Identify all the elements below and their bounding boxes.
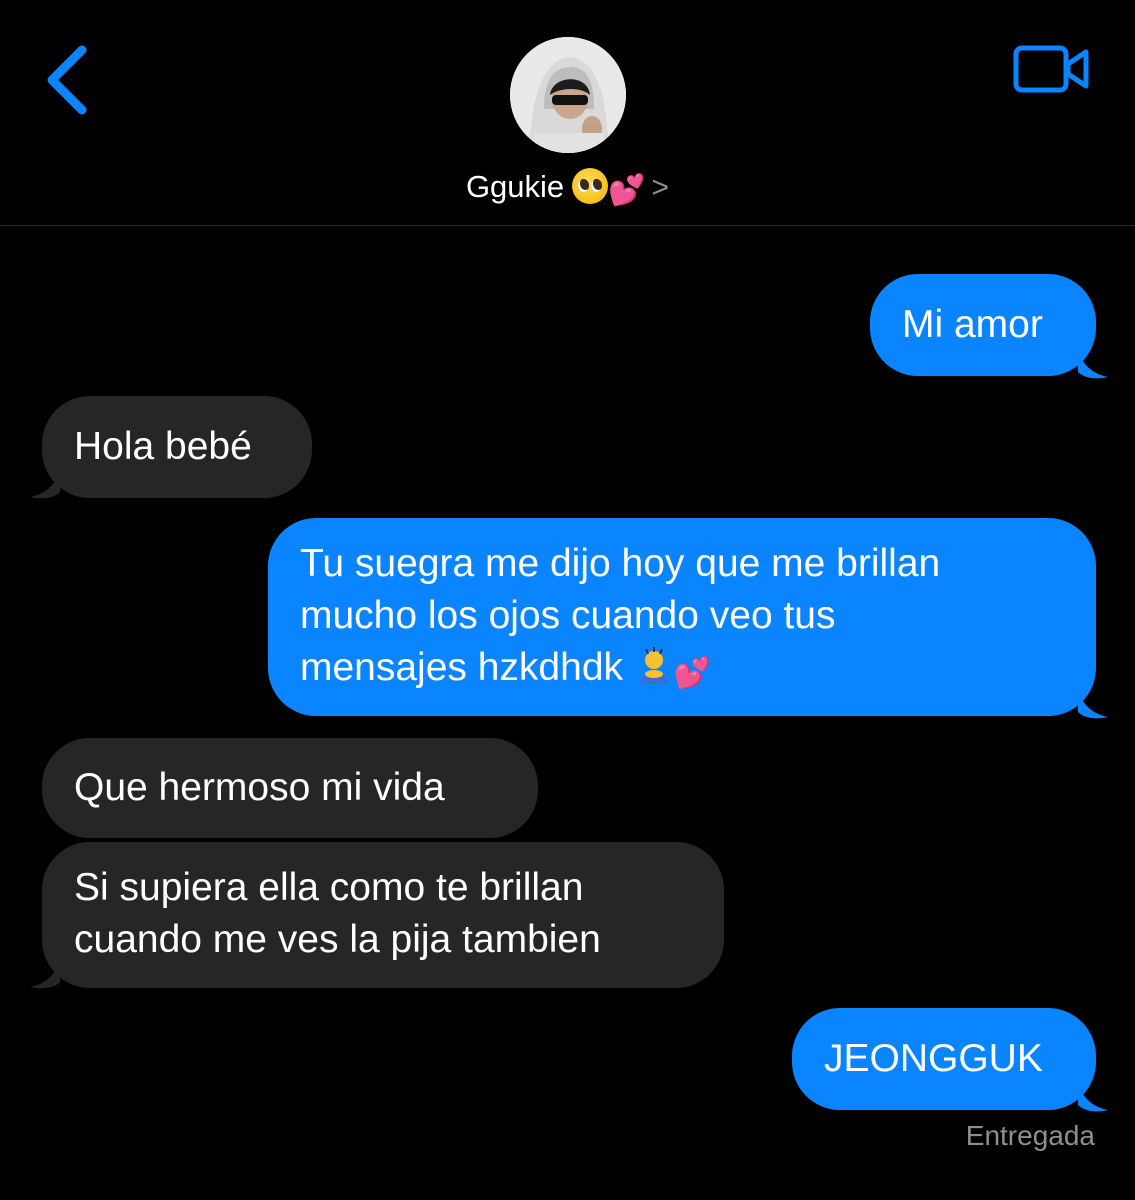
back-button[interactable]	[38, 40, 98, 120]
message-text: Que hermoso mi vida	[74, 766, 445, 809]
message-bubble-received[interactable]: Hola bebé	[42, 396, 312, 498]
delivery-status: Entregada	[965, 1120, 1095, 1151]
message-bubble-received[interactable]: Que hermoso mi vida	[42, 738, 538, 838]
bubble-tail	[1078, 1083, 1108, 1112]
conversation-header: Ggukie 💕 >	[0, 0, 1135, 226]
message-line: cuando me ves la pija tambien	[74, 918, 601, 961]
person-bowing-emoji	[639, 647, 668, 684]
chevron-right-icon: >	[651, 171, 670, 204]
message-line: mucho los ojos cuando veo tus	[300, 594, 836, 637]
chevron-left-icon	[47, 45, 87, 115]
message-text: Mi amor	[902, 303, 1043, 346]
message-line-text: mensajes hzkdhdk	[300, 646, 624, 689]
message-bubble-received[interactable]: Si supiera ella como te brillan cuando m…	[42, 842, 724, 988]
bubble-tail	[1078, 690, 1108, 719]
bubble-tail	[30, 960, 60, 989]
contact-name-row[interactable]: Ggukie 💕 >	[0, 168, 1135, 208]
message-line: Si supiera ella como te brillan	[74, 866, 584, 909]
message-line: Tu suegra me dijo hoy que me brillan	[300, 542, 941, 585]
video-call-button[interactable]	[1012, 42, 1092, 98]
message-bubble-sent[interactable]: Tu suegra me dijo hoy que me brillan muc…	[268, 518, 1096, 716]
message-bubble-sent[interactable]: Mi amor	[870, 274, 1096, 376]
message-text: JEONGGUK	[824, 1037, 1043, 1080]
message-line: mensajes hzkdhdk 💕	[300, 642, 1064, 700]
message-text: Hola bebé	[74, 425, 252, 468]
avatar-photo	[510, 37, 626, 153]
video-camera-icon	[1013, 45, 1089, 93]
contact-avatar[interactable]	[510, 37, 626, 153]
contact-name: Ggukie	[465, 169, 565, 204]
two-hearts-emoji: 💕	[673, 657, 712, 690]
pleading-face-emoji	[572, 168, 609, 204]
bubble-tail	[30, 470, 60, 499]
bubble-tail	[1078, 350, 1108, 379]
two-hearts-emoji: 💕	[608, 174, 646, 207]
message-bubble-sent[interactable]: JEONGGUK	[792, 1008, 1096, 1110]
